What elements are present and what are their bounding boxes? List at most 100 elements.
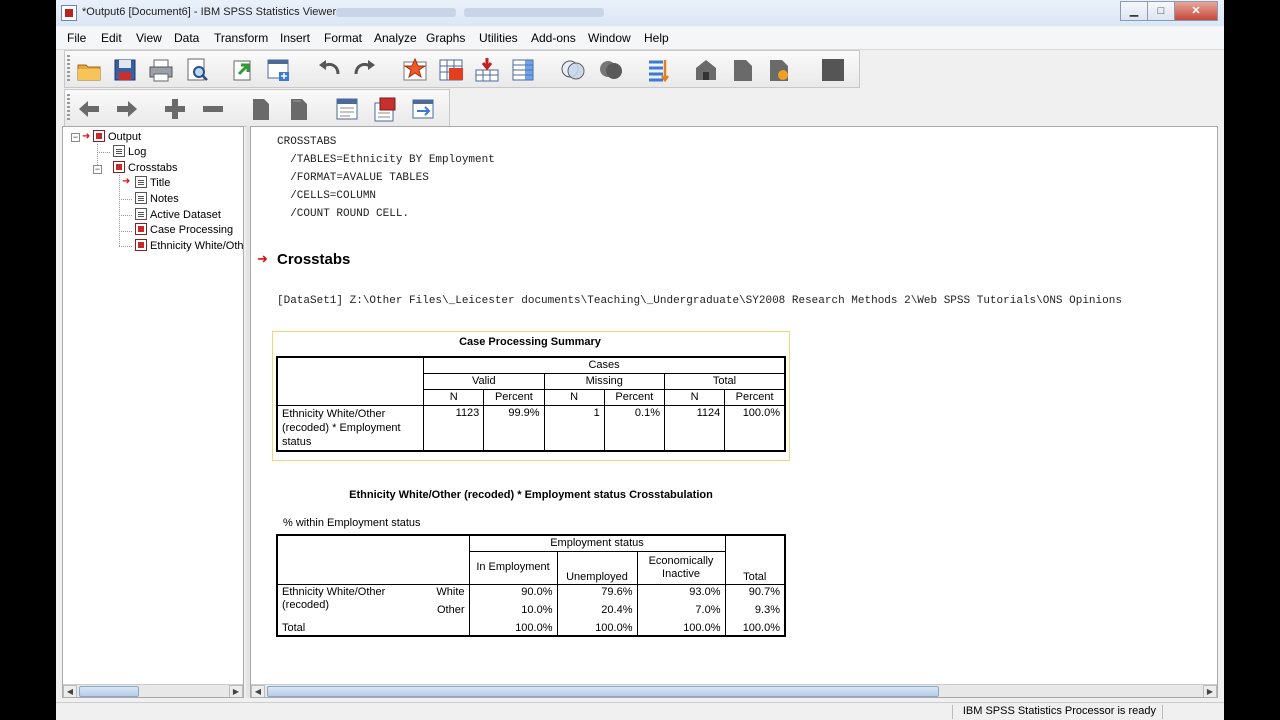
weight-cases-icon[interactable]	[645, 56, 673, 84]
save-icon[interactable]	[111, 56, 139, 84]
menu-addons[interactable]: Add-ons	[531, 31, 576, 45]
scroll-left-icon[interactable]: ◀	[251, 685, 265, 697]
tree-item-case-processing[interactable]: Case Processing	[135, 223, 233, 238]
collapse-toggle[interactable]: −	[71, 133, 80, 142]
active-dataset-icon	[135, 208, 147, 220]
case-processing-summary-table: Cases Valid Missing Total N Percent N Pe…	[276, 356, 786, 452]
row-variable-label: Ethnicity White/Other (recoded)	[282, 585, 386, 611]
menu-bar: File Edit View Data Transform Insert For…	[56, 27, 1224, 50]
spss-app-icon[interactable]	[61, 5, 77, 21]
column-header: N	[423, 389, 485, 406]
print-icon[interactable]	[147, 56, 175, 84]
output-content-pane: CROSSTABS /TABLES=Ethnicity BY Employmen…	[250, 126, 1218, 698]
demote-icon[interactable]	[113, 95, 141, 123]
menu-edit[interactable]: Edit	[101, 31, 122, 45]
blank-icon[interactable]	[819, 56, 847, 84]
promote-icon[interactable]	[75, 95, 103, 123]
goto-case-icon[interactable]	[401, 56, 429, 84]
syntax-line: CROSSTABS	[277, 136, 337, 148]
insert-text-icon[interactable]	[409, 95, 437, 123]
insert-heading-icon[interactable]	[333, 95, 361, 123]
content-horizontal-scrollbar[interactable]: ◀ ▶	[251, 684, 1217, 697]
insert-cases-icon[interactable]	[473, 56, 501, 84]
tree-item-log[interactable]: Log	[113, 145, 146, 160]
tree-item-active-dataset[interactable]: Active Dataset	[135, 208, 221, 223]
menu-graphs[interactable]: Graphs	[426, 31, 465, 45]
collapse-icon[interactable]	[199, 95, 227, 123]
tree-label: Notes	[150, 193, 179, 205]
table-cell: 100.0%	[469, 620, 558, 636]
tree-item-notes[interactable]: Notes	[135, 192, 179, 207]
column-header: Economically Inactive	[637, 551, 726, 585]
tree-item-crosstabulation[interactable]: Ethnicity White/Oth	[135, 239, 243, 254]
insert-title-icon[interactable]	[765, 56, 793, 84]
table-cell: 93.0%	[637, 584, 726, 600]
column-header: Percent	[604, 389, 666, 406]
tree-item-crosstabs[interactable]: Crosstabs	[113, 161, 178, 176]
title-icon	[135, 176, 147, 188]
menu-utilities[interactable]: Utilities	[479, 31, 518, 45]
tree-label: Title	[150, 177, 171, 189]
redo-icon[interactable]	[351, 56, 379, 84]
hide-icon[interactable]	[285, 95, 313, 123]
table-cell: 1	[544, 405, 605, 451]
scroll-left-icon[interactable]: ◀	[63, 685, 77, 697]
show-icon[interactable]	[247, 95, 275, 123]
undo-icon[interactable]	[315, 56, 343, 84]
column-header: Total	[725, 535, 785, 585]
insert-heading-icon[interactable]	[729, 56, 757, 84]
variables-icon[interactable]	[509, 56, 537, 84]
crosstab-caption: % within Employment status	[283, 517, 421, 529]
log-icon	[113, 145, 125, 157]
corner-cell	[277, 535, 470, 585]
select-cases-icon[interactable]	[559, 56, 587, 84]
recall-dialog-icon[interactable]	[265, 56, 293, 84]
scrollbar-thumb[interactable]	[79, 686, 139, 697]
designate-window-icon[interactable]	[693, 56, 721, 84]
scroll-right-icon[interactable]: ▶	[1203, 685, 1217, 697]
title-bar: *Output6 [Document6] - IBM SPSS Statisti…	[56, 0, 1224, 26]
table-cell: 90.0%	[469, 584, 558, 600]
column-header: Valid	[423, 373, 545, 390]
menu-transform[interactable]: Transform	[214, 31, 268, 45]
scrollbar-thumb[interactable]	[267, 686, 939, 697]
table-cell: 9.3%	[754, 604, 780, 616]
spss-viewer-window: *Output6 [Document6] - IBM SPSS Statisti…	[56, 0, 1224, 720]
column-header: Employment status	[469, 535, 726, 552]
tree-item-output[interactable]: Output	[93, 130, 141, 145]
open-icon[interactable]	[75, 56, 103, 84]
minimize-button[interactable]: ▁	[1120, 1, 1148, 21]
close-button[interactable]: ✕	[1174, 1, 1218, 21]
collapse-toggle[interactable]: −	[93, 165, 102, 174]
menu-insert[interactable]: Insert	[280, 31, 310, 45]
split-file-icon[interactable]	[597, 56, 625, 84]
column-header: N	[664, 389, 726, 406]
insert-title-icon[interactable]	[371, 95, 399, 123]
table-icon	[135, 239, 147, 251]
maximize-button[interactable]: □	[1147, 1, 1175, 21]
status-bar: IBM SPSS Statistics Processor is ready	[56, 702, 1224, 720]
menu-view[interactable]: View	[136, 31, 162, 45]
menu-window[interactable]: Window	[588, 31, 631, 45]
menu-analyze[interactable]: Analyze	[374, 31, 417, 45]
outline-horizontal-scrollbar[interactable]: ◀ ▶	[63, 684, 243, 697]
menu-help[interactable]: Help	[644, 31, 669, 45]
crosstabs-icon	[113, 161, 125, 173]
tree-label: Crosstabs	[128, 162, 178, 174]
column-header: Unemployed	[557, 551, 638, 585]
menu-file[interactable]: File	[67, 31, 86, 45]
syntax-line: /FORMAT=AVALUE TABLES	[277, 172, 429, 184]
column-header: N	[544, 389, 605, 406]
tree-item-title[interactable]: Title	[135, 176, 170, 191]
print-preview-icon[interactable]	[183, 56, 211, 84]
menu-data[interactable]: Data	[174, 31, 199, 45]
crosstabs-heading[interactable]: Crosstabs	[277, 251, 350, 268]
row-label: Other	[413, 600, 470, 620]
expand-icon[interactable]	[161, 95, 189, 123]
table-cell: 90.7%	[748, 586, 780, 599]
goto-variable-icon[interactable]	[437, 56, 465, 84]
export-icon[interactable]	[229, 56, 257, 84]
scroll-right-icon[interactable]: ▶	[229, 685, 243, 697]
column-header: In Employment	[469, 551, 558, 585]
menu-format[interactable]: Format	[324, 31, 362, 45]
